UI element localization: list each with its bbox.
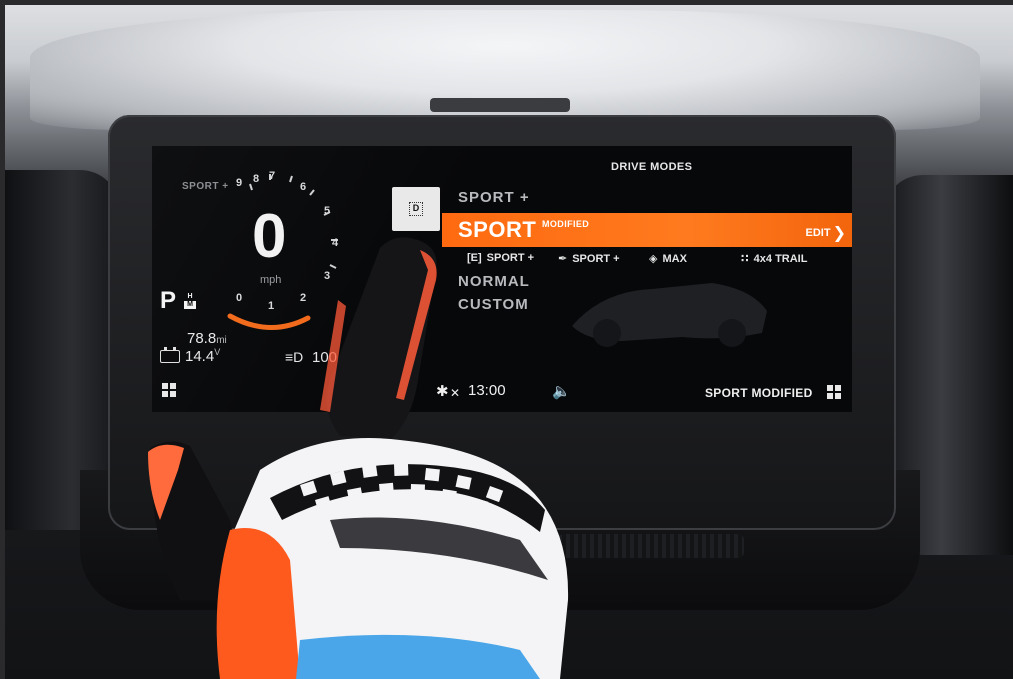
- frame-left: [0, 0, 5, 679]
- panel-title: DRIVE MODES: [611, 161, 693, 173]
- dash-vent: [430, 98, 570, 112]
- option-label: 4x4 TRAIL: [753, 253, 808, 265]
- bluetooth-icon: ✱: [436, 383, 449, 400]
- mode-item-sport-plus[interactable]: SPORT +: [458, 189, 530, 206]
- tach-tick: [289, 175, 293, 183]
- drive-d-icon: D: [409, 202, 423, 216]
- battery-icon: [160, 347, 180, 363]
- tach-num: 4: [332, 237, 339, 249]
- selected-mode-modifier: MODIFIED: [542, 219, 590, 229]
- range-indicator: H M: [184, 293, 196, 309]
- console-grille: [558, 534, 744, 558]
- option-max[interactable]: ◈ MAX: [649, 252, 687, 265]
- clock: 13:00: [468, 382, 506, 399]
- frame-top: [0, 0, 1013, 5]
- range-mid: M: [184, 301, 196, 309]
- gear-indicator: P: [160, 287, 177, 314]
- range-high: H: [187, 293, 193, 300]
- apps-grid-icon[interactable]: [162, 383, 176, 397]
- voltage: 14.4V: [185, 347, 220, 365]
- mode-item-normal[interactable]: NORMAL: [458, 273, 530, 290]
- bluetooth-status: ✕: [450, 386, 461, 400]
- current-mode-status: SPORT MODIFIED: [705, 386, 813, 400]
- tach-tick: [309, 189, 315, 196]
- headlight-icon: ≡D: [285, 349, 304, 365]
- drive-mode-button[interactable]: D: [392, 187, 440, 231]
- tach-num: 0: [236, 292, 243, 304]
- tach-tick: [249, 183, 253, 191]
- tach-tick: [329, 264, 337, 269]
- speed-readout: 0: [252, 202, 287, 271]
- touch-screen: SPORT + 9 8 7 6 5 4 3 2 1 0 0 mph P H M …: [152, 146, 852, 412]
- option-label: MAX: [662, 253, 687, 265]
- hood: [30, 10, 980, 130]
- steering-wheel-icon: ◈: [649, 253, 658, 265]
- voltage-unit: V: [214, 347, 221, 357]
- tach-num: 1: [268, 300, 275, 312]
- tach-num: 6: [300, 181, 307, 193]
- tach-num: 7: [269, 170, 276, 182]
- selected-mode-label: SPORT: [458, 217, 537, 242]
- tach-redline-arc: [227, 313, 311, 330]
- speed-unit: mph: [260, 274, 282, 286]
- edit-label: EDIT: [805, 227, 831, 239]
- tach-num: 3: [324, 270, 331, 282]
- mode-item-selected[interactable]: SPORT MODIFIED EDIT ❯: [442, 213, 852, 247]
- odometer: 78.8mi: [187, 330, 227, 347]
- tachometer: [227, 174, 338, 330]
- option-sport-plus-e[interactable]: [E] SPORT +: [467, 252, 534, 264]
- four-wheel-drive-icon: ∷: [741, 253, 749, 265]
- option-label: SPORT +: [572, 253, 620, 265]
- option-4x4-trail[interactable]: ∷ 4x4 TRAIL: [741, 252, 807, 265]
- tach-num: 2: [300, 292, 307, 304]
- chevron-right-icon: ❯: [832, 225, 846, 242]
- option-label: SPORT +: [486, 252, 535, 264]
- tach-num: 5: [324, 205, 331, 217]
- wrench-icon: ✒: [558, 253, 568, 265]
- headlight-value: 100: [312, 349, 338, 366]
- voltage-value: 14.4: [185, 348, 215, 365]
- odometer-unit: mi: [216, 335, 227, 346]
- vehicle-silhouette: [572, 283, 767, 347]
- edit-button[interactable]: EDIT ❯: [806, 223, 846, 243]
- tach-num: 8: [253, 173, 260, 185]
- mode-item-custom[interactable]: CUSTOM: [458, 296, 529, 313]
- volume-icon[interactable]: 🔈: [552, 382, 571, 400]
- menu-grid-icon[interactable]: [827, 385, 841, 399]
- option-sport-plus-tool[interactable]: ✒ SPORT +: [558, 252, 620, 265]
- odometer-value: 78.8: [187, 330, 217, 347]
- eco-icon: [E]: [467, 252, 482, 264]
- tach-num: 9: [236, 177, 243, 189]
